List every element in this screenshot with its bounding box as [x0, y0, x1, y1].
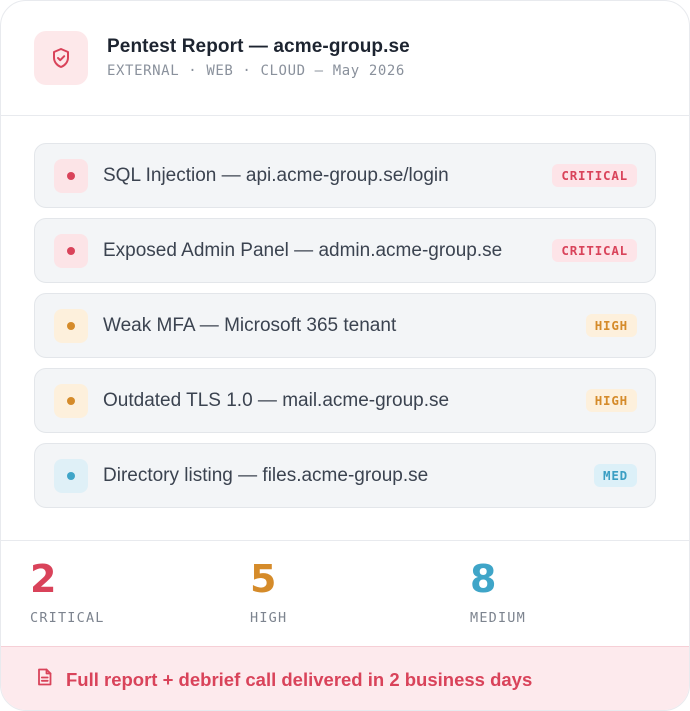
- finding-item[interactable]: Weak MFA — Microsoft 365 tenant HIGH: [34, 293, 656, 358]
- finding-item[interactable]: Exposed Admin Panel — admin.acme-group.s…: [34, 218, 656, 283]
- findings-list: SQL Injection — api.acme-group.se/login …: [1, 116, 689, 508]
- delivery-banner: Full report + debrief call delivered in …: [1, 646, 689, 710]
- report-scope-subtitle: EXTERNAL · WEB · CLOUD — May 2026: [107, 62, 405, 79]
- severity-dot-icon: [54, 383, 88, 418]
- stat-high: 5 HIGH: [250, 557, 287, 626]
- stat-critical: 2 CRITICAL: [30, 557, 105, 626]
- severity-badge: MED: [594, 464, 637, 487]
- document-icon: [36, 668, 53, 691]
- stat-critical-label: CRITICAL: [30, 610, 105, 626]
- severity-dot-icon: [54, 308, 88, 343]
- finding-label: Outdated TLS 1.0 — mail.acme-group.se: [103, 389, 450, 411]
- page-title: Pentest Report — acme-group.se: [107, 35, 410, 57]
- finding-label: Exposed Admin Panel — admin.acme-group.s…: [103, 239, 503, 261]
- stat-critical-count: 2: [30, 557, 57, 601]
- finding-label: SQL Injection — api.acme-group.se/login: [103, 164, 449, 186]
- finding-item[interactable]: Directory listing — files.acme-group.se …: [34, 443, 656, 508]
- stat-medium: 8 MEDIUM: [470, 557, 526, 626]
- stat-medium-count: 8: [470, 557, 497, 601]
- severity-badge: CRITICAL: [552, 164, 637, 187]
- severity-badge: CRITICAL: [552, 239, 637, 262]
- shield-check-icon: [34, 31, 88, 85]
- finding-item[interactable]: Outdated TLS 1.0 — mail.acme-group.se HI…: [34, 368, 656, 433]
- severity-badge: HIGH: [585, 389, 637, 412]
- severity-dot-icon: [54, 458, 88, 493]
- stat-medium-label: MEDIUM: [470, 610, 526, 626]
- finding-item[interactable]: SQL Injection — api.acme-group.se/login …: [34, 143, 656, 208]
- pentest-report-card: Pentest Report — acme-group.se EXTERNAL …: [0, 0, 690, 711]
- stat-high-label: HIGH: [250, 610, 288, 626]
- finding-label: Directory listing — files.acme-group.se: [103, 464, 429, 486]
- delivery-banner-text: Full report + debrief call delivered in …: [66, 668, 533, 690]
- stat-high-count: 5: [250, 557, 277, 601]
- severity-badge: HIGH: [585, 314, 637, 337]
- finding-label: Weak MFA — Microsoft 365 tenant: [103, 314, 397, 336]
- severity-summary: 2 CRITICAL 5 HIGH 8 MEDIUM: [1, 540, 689, 646]
- severity-dot-icon: [54, 233, 88, 268]
- severity-dot-icon: [54, 158, 88, 193]
- report-header: Pentest Report — acme-group.se EXTERNAL …: [1, 1, 689, 116]
